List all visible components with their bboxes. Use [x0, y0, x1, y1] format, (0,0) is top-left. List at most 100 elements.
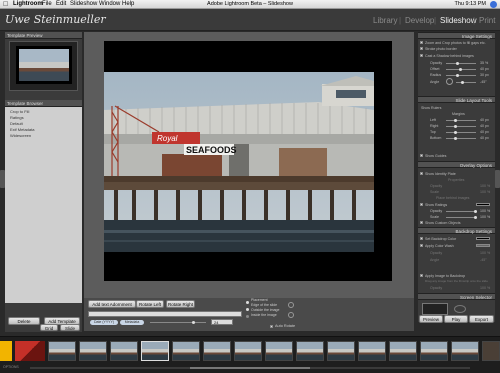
filmstrip-thumbnail[interactable] [389, 341, 417, 361]
filmstrip-scroll-thumb[interactable] [190, 367, 310, 369]
image-settings-header[interactable]: Image Settings [418, 32, 495, 39]
auto-rotate-checkbox[interactable] [270, 325, 273, 328]
show-guides-checkbox[interactable] [420, 154, 423, 157]
rust-wall [279, 148, 327, 176]
wash-angle-value: -45° [480, 258, 487, 262]
ratings-color-swatch[interactable] [476, 203, 490, 206]
menu-edit[interactable]: Edit [56, 0, 66, 9]
margin-right-slider[interactable] [446, 125, 476, 128]
filmstrip-thumbnail[interactable] [203, 341, 231, 361]
wash-opacity-value: 100 % [480, 251, 491, 255]
placement-radio-2[interactable] [246, 308, 249, 311]
angle-dial-icon[interactable] [446, 78, 453, 85]
show-identity-plate-checkbox[interactable] [420, 172, 423, 175]
token-date[interactable]: Date (YYYY) [90, 320, 118, 325]
margin-bottom-label: Bottom [430, 136, 442, 140]
set-backdrop-checkbox[interactable] [420, 237, 423, 240]
right-panel: Image Settings Zoom and Crop photos to f… [418, 32, 495, 322]
module-separator: | [399, 16, 402, 25]
token-metadata[interactable]: Metadata [120, 320, 144, 325]
template-item[interactable]: Widescreen [5, 133, 82, 139]
backdrop-settings-header[interactable]: Backdrop Settings [418, 227, 495, 234]
ratings-opacity-slider[interactable] [446, 210, 477, 213]
export-button[interactable]: Export [469, 315, 494, 323]
template-browser-header[interactable]: Template Browser [5, 100, 82, 107]
shadow-angle-slider[interactable] [456, 81, 476, 84]
screen-selector-header[interactable]: Screen Selector [418, 293, 495, 300]
filmstrip-thumbnail[interactable] [482, 341, 500, 361]
screen-icon[interactable] [422, 303, 448, 315]
apple-icon[interactable]:  [3, 0, 8, 9]
shadow-offset-label: Offset [430, 67, 440, 71]
filmstrip-thumbnail[interactable] [79, 341, 107, 361]
filmstrip-thumbnail[interactable] [420, 341, 448, 361]
zoom-crop-checkbox[interactable] [420, 41, 423, 44]
grid-view-button[interactable]: Grid [40, 324, 58, 331]
menu-app[interactable]: Lightroom [13, 0, 43, 9]
slide-view-button[interactable]: Slide [60, 324, 80, 331]
menu-slideshow[interactable]: Slideshow [70, 0, 97, 9]
filmstrip-thumbnail[interactable] [327, 341, 355, 361]
shadow-offset-slider[interactable] [446, 68, 476, 71]
placement-radio-1[interactable] [246, 301, 249, 304]
add-text-adornment-button[interactable]: Add text Adornment [88, 300, 136, 308]
placement-radio-3[interactable] [246, 315, 249, 318]
slide-layout-tools-header[interactable]: Slide Layout Tools [418, 96, 495, 103]
right-panel-toggle[interactable] [495, 170, 500, 188]
filmstrip-thumbnail[interactable] [15, 341, 45, 361]
spotlight-icon[interactable] [490, 1, 497, 8]
module-develop[interactable]: Develop [405, 16, 434, 25]
font-size-slider[interactable] [150, 321, 206, 324]
module-print[interactable]: Print [479, 16, 495, 25]
wash-color-swatch[interactable] [476, 244, 490, 247]
filmstrip-thumbnail[interactable] [451, 341, 479, 361]
show-custom-objects-checkbox[interactable] [420, 221, 423, 224]
slide-photo[interactable]: Royal SEAFOODS [104, 72, 374, 252]
stroke-checkbox[interactable] [420, 47, 423, 50]
menu-help[interactable]: Help [122, 0, 134, 9]
backdrop-color-swatch[interactable] [476, 237, 490, 240]
margin-top-slider[interactable] [446, 131, 476, 134]
font-size-knob[interactable] [192, 321, 195, 324]
delete-template-button[interactable]: Delete [8, 317, 40, 325]
filmstrip-thumbnail[interactable] [0, 341, 12, 361]
cast-shadow-checkbox[interactable] [420, 54, 423, 57]
anchor-point-icon[interactable] [288, 302, 294, 308]
filmstrip-thumbnail[interactable] [172, 341, 200, 361]
filmstrip-thumbnail[interactable] [265, 341, 293, 361]
filmstrip: OPTIONS [0, 336, 500, 373]
filmstrip-options-label[interactable]: OPTIONS [3, 365, 19, 369]
menu-window[interactable]: Window [99, 0, 120, 9]
apply-color-wash-checkbox[interactable] [420, 244, 423, 247]
font-size-field[interactable]: 24 [211, 319, 233, 325]
show-ratings-checkbox[interactable] [420, 203, 423, 206]
margin-left-slider[interactable] [446, 119, 476, 122]
ratings-scale-slider[interactable] [446, 216, 477, 219]
anchor-point-icon[interactable] [288, 312, 294, 318]
filmstrip-thumbnail[interactable] [110, 341, 138, 361]
rotate-right-button[interactable]: Rotate Right [166, 300, 195, 308]
overlay-options-header[interactable]: Overlay Options [418, 161, 495, 168]
text-field[interactable] [88, 311, 242, 317]
filmstrip-scrollbar[interactable] [30, 367, 470, 369]
module-library[interactable]: Library [373, 16, 397, 25]
filmstrip-thumbnail[interactable] [48, 341, 76, 361]
placement-option: Inside the image [251, 313, 277, 317]
menu-file[interactable]: File [42, 0, 52, 9]
margin-bottom-slider[interactable] [446, 137, 476, 140]
filmstrip-thumbnail-selected[interactable] [141, 341, 169, 361]
filmstrip-thumbnail[interactable] [234, 341, 262, 361]
template-preview-header[interactable]: Template Preview [5, 32, 82, 39]
shadow-radius-slider[interactable] [446, 74, 476, 77]
filmstrip-thumbnail[interactable] [296, 341, 324, 361]
preview-button[interactable]: Preview [419, 315, 443, 323]
module-slideshow[interactable]: Slideshow [440, 16, 476, 25]
play-button[interactable]: Play [444, 315, 468, 323]
ratings-scale-label: Scale [430, 215, 439, 219]
screen-icon[interactable] [454, 305, 466, 313]
pier-deck [104, 176, 374, 182]
shadow-opacity-slider[interactable] [446, 62, 476, 65]
rotate-left-button[interactable]: Rotate Left [136, 300, 164, 308]
apply-image-checkbox[interactable] [420, 274, 423, 277]
filmstrip-thumbnail[interactable] [358, 341, 386, 361]
